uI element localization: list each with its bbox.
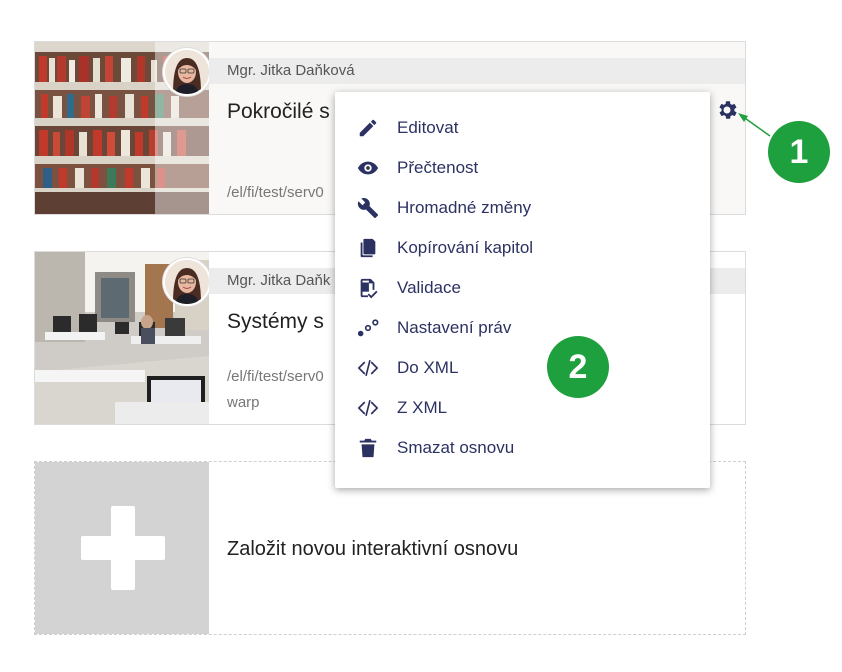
share-nodes-icon	[357, 317, 379, 339]
menu-item-edit[interactable]: Editovat	[335, 108, 710, 148]
menu-item-export-xml[interactable]: Do XML	[335, 348, 710, 388]
menu-item-label: Do XML	[397, 358, 459, 377]
menu-item-import-xml[interactable]: Z XML	[335, 388, 710, 428]
create-new-outline-label[interactable]: Založit novou interaktivní osnovu	[227, 538, 518, 561]
validate-icon	[357, 277, 379, 299]
copy-icon	[357, 237, 379, 259]
gear-icon[interactable]	[715, 98, 739, 122]
author-avatar	[163, 48, 211, 96]
menu-item-label: Z XML	[397, 398, 448, 417]
code-icon	[357, 397, 379, 419]
menu-item-label: Přečtenost	[397, 158, 479, 177]
menu-item-label: Smazat osnovu	[397, 438, 515, 457]
add-thumbnail[interactable]	[35, 462, 209, 634]
eye-icon	[357, 157, 379, 179]
author-avatar	[163, 258, 211, 306]
menu-item-bulk-changes[interactable]: Hromadné změny	[335, 188, 710, 228]
menu-item-label: Editovat	[397, 118, 459, 137]
callout-badge-1: 1	[768, 121, 830, 183]
trash-icon	[357, 437, 379, 459]
callout-badge-2: 2	[547, 336, 609, 398]
course-path-continued: warp	[227, 394, 260, 411]
course-path: /el/fi/test/serv0	[227, 368, 324, 385]
wrench-icon	[357, 197, 379, 219]
menu-item-delete-outline[interactable]: Smazat osnovu	[335, 428, 710, 468]
menu-item-copy-chapters[interactable]: Kopírování kapitol	[335, 228, 710, 268]
menu-item-read-stats[interactable]: Přečtenost	[335, 148, 710, 188]
course-title[interactable]: Systémy s	[227, 310, 324, 334]
menu-item-label: Nastavení práv	[397, 318, 512, 337]
pencil-icon	[357, 117, 379, 139]
menu-item-label: Hromadné změny	[397, 198, 532, 217]
plus-icon-bar	[81, 536, 165, 560]
menu-item-label: Kopírování kapitol	[397, 238, 534, 257]
course-path: /el/fi/test/serv0	[227, 184, 324, 201]
course-title[interactable]: Pokročilé s	[227, 100, 330, 124]
menu-item-validate[interactable]: Validace	[335, 268, 710, 308]
course-actions-menu: Editovat Přečtenost Hromadné změny Kopír…	[335, 92, 710, 488]
menu-item-permissions[interactable]: Nastavení práv	[335, 308, 710, 348]
menu-item-label: Validace	[397, 278, 461, 297]
code-icon	[357, 357, 379, 379]
author-name: Mgr. Jitka Daňková	[209, 58, 745, 84]
